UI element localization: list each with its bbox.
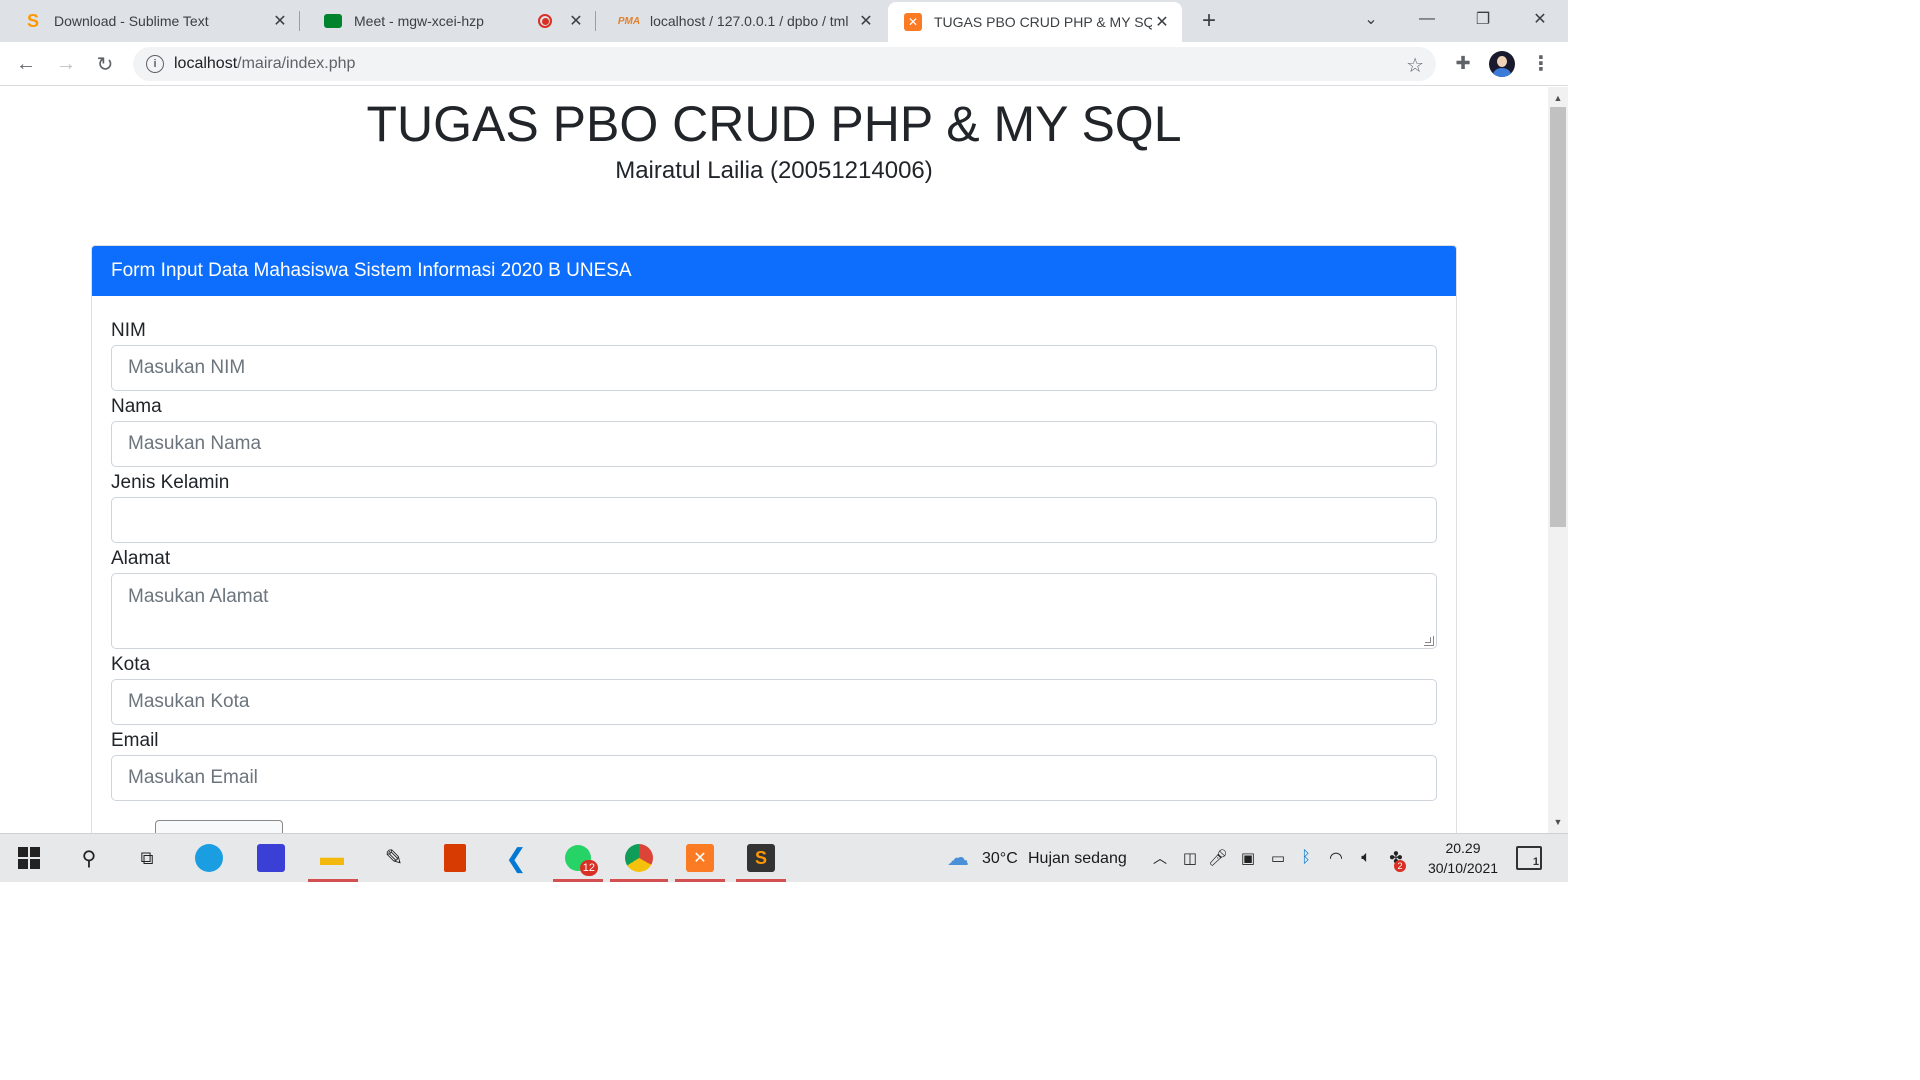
minimize-button[interactable]: — [1399,0,1455,38]
running-indicator [610,879,668,882]
tab-title: TUGAS PBO CRUD PHP & MY SQ [934,14,1152,30]
page-scrollbar[interactable]: ▲ ▼ [1548,87,1568,833]
url-path: /maira/index.php [237,55,356,72]
display-icon[interactable]: ▣ [1232,842,1264,874]
windows-taskbar: ⚲ ⧉ ▬ ✎ ❮ 12 ✕ S ☁ 30°C Hujan sedang ︿ ◫… [0,833,1568,882]
bluetooth-icon[interactable]: ᛒ [1290,842,1322,874]
recording-icon [538,14,552,28]
vscode-icon[interactable]: ❮ [500,842,532,874]
xampp-taskbar-icon[interactable]: ✕ [684,842,716,874]
wifi-icon[interactable]: ◠ [1320,842,1352,874]
close-icon[interactable]: ✕ [856,11,876,31]
reload-button[interactable]: ↻ [89,48,121,80]
site-info-icon[interactable]: i [146,55,164,73]
notification-count: 1 [1532,856,1539,868]
clock-date: 30/10/2021 [1427,860,1499,876]
email-input[interactable]: Masukan Email [111,755,1437,801]
jenis-kelamin-select[interactable] [111,497,1437,543]
close-icon[interactable]: ✕ [566,11,586,31]
tab-google-meet[interactable]: Meet - mgw-xcei-hzp ✕ [300,0,596,42]
new-tab-button[interactable]: + [1196,7,1222,34]
sublime-taskbar-icon[interactable]: S [745,842,777,874]
file-explorer-icon[interactable]: ▬ [316,842,348,874]
weather-temperature[interactable]: 30°C [982,850,1018,868]
email-label: Email [111,730,159,751]
web-page: TUGAS PBO CRUD PHP & MY SQL Mairatul Lai… [0,87,1548,833]
draw-app-icon[interactable]: ✎ [378,842,410,874]
task-view-icon[interactable]: ⧉ [131,842,163,874]
alamat-placeholder: Masukan Alamat [128,586,269,607]
running-indicator [736,879,786,882]
browser-toolbar: ← → ↻ i localhost/maira/index.php ☆ ✚ ⋮ [0,42,1568,86]
card-header: Form Input Data Mahasiswa Sistem Informa… [92,246,1456,296]
resize-handle-icon[interactable] [1424,636,1434,646]
weather-icon[interactable]: ☁ [942,842,974,874]
phpmyadmin-icon: PMA [617,15,641,27]
weather-description[interactable]: Hujan sedang [1028,850,1127,868]
tab-sublime-download[interactable]: S Download - Sublime Text ✕ [0,0,300,42]
app-icon[interactable] [255,842,287,874]
browser-tab-strip: S Download - Sublime Text ✕ Meet - mgw-x… [0,0,1568,42]
clock-time: 20.29 [1445,840,1481,856]
address-bar[interactable]: i localhost/maira/index.php ☆ [133,47,1436,81]
clock[interactable]: 20.29 30/10/2021 [1408,838,1518,878]
scroll-down-arrow-icon[interactable]: ▼ [1548,813,1568,831]
chrome-icon[interactable] [623,842,655,874]
edge-browser-icon[interactable] [193,842,225,874]
tab-title: localhost / 127.0.0.1 / dpbo / tml [650,13,849,29]
browser-menu-icon[interactable]: ⋮ [1528,50,1554,76]
tab-search-button[interactable]: ⌄ [1343,0,1399,38]
close-window-button[interactable]: ✕ [1512,0,1568,38]
tab-title: Meet - mgw-xcei-hzp [354,13,484,29]
submit-button[interactable] [155,820,283,833]
start-button[interactable] [13,842,45,874]
sublime-icon: S [26,10,39,31]
extensions-puzzle-icon[interactable]: ✚ [1450,50,1476,76]
nim-input[interactable]: Masukan NIM [111,345,1437,391]
url-host: localhost [174,55,238,72]
restore-button[interactable]: ❐ [1455,0,1511,38]
scrollbar-thumb[interactable] [1550,107,1566,527]
jenis-kelamin-label: Jenis Kelamin [111,472,230,493]
nim-label: NIM [111,320,146,341]
nama-label: Nama [111,396,162,417]
kota-label: Kota [111,654,151,675]
close-icon[interactable]: ✕ [270,11,290,31]
running-indicator [553,879,603,882]
running-indicator [675,879,725,882]
show-hidden-icons-chevron[interactable]: ︿ [1144,842,1176,874]
tab-title: Download - Sublime Text [54,13,209,29]
alamat-textarea[interactable]: Masukan Alamat [111,573,1437,649]
notification-center-icon[interactable]: 1 [1516,846,1542,870]
whatsapp-badge: 12 [579,860,598,876]
bookmark-star-icon[interactable]: ☆ [1406,53,1424,78]
page-subtitle: Mairatul Lailia (20051214006) [615,157,933,184]
microphone-icon[interactable]: 🎤︎ [1202,842,1234,874]
close-icon[interactable]: ✕ [1152,12,1172,32]
scroll-up-arrow-icon[interactable]: ▲ [1548,89,1568,107]
windows-logo-icon [18,847,40,869]
volume-icon[interactable]: 🔈︎ [1350,842,1382,874]
alamat-label: Alamat [111,548,171,569]
tab-tugas-pbo[interactable]: ✕ TUGAS PBO CRUD PHP & MY SQ ✕ [888,2,1182,42]
search-icon[interactable]: ⚲ [73,842,105,874]
tab-phpmyadmin[interactable]: PMA localhost / 127.0.0.1 / dpbo / tml ✕ [596,0,886,42]
back-button[interactable]: ← [10,48,42,80]
whatsapp-icon[interactable]: 12 [562,842,598,876]
xampp-icon: ✕ [904,13,922,31]
kota-input[interactable]: Masukan Kota [111,679,1437,725]
office-icon[interactable] [439,842,471,874]
form-card: Form Input Data Mahasiswa Sistem Informa… [91,245,1457,833]
profile-avatar[interactable] [1489,51,1515,77]
nama-input[interactable]: Masukan Nama [111,421,1437,467]
tray-badge: 2 [1394,860,1406,872]
page-title: TUGAS PBO CRUD PHP & MY SQL [366,96,1182,152]
running-indicator [308,879,358,882]
forward-button[interactable]: → [50,48,82,80]
google-meet-icon [324,14,342,28]
